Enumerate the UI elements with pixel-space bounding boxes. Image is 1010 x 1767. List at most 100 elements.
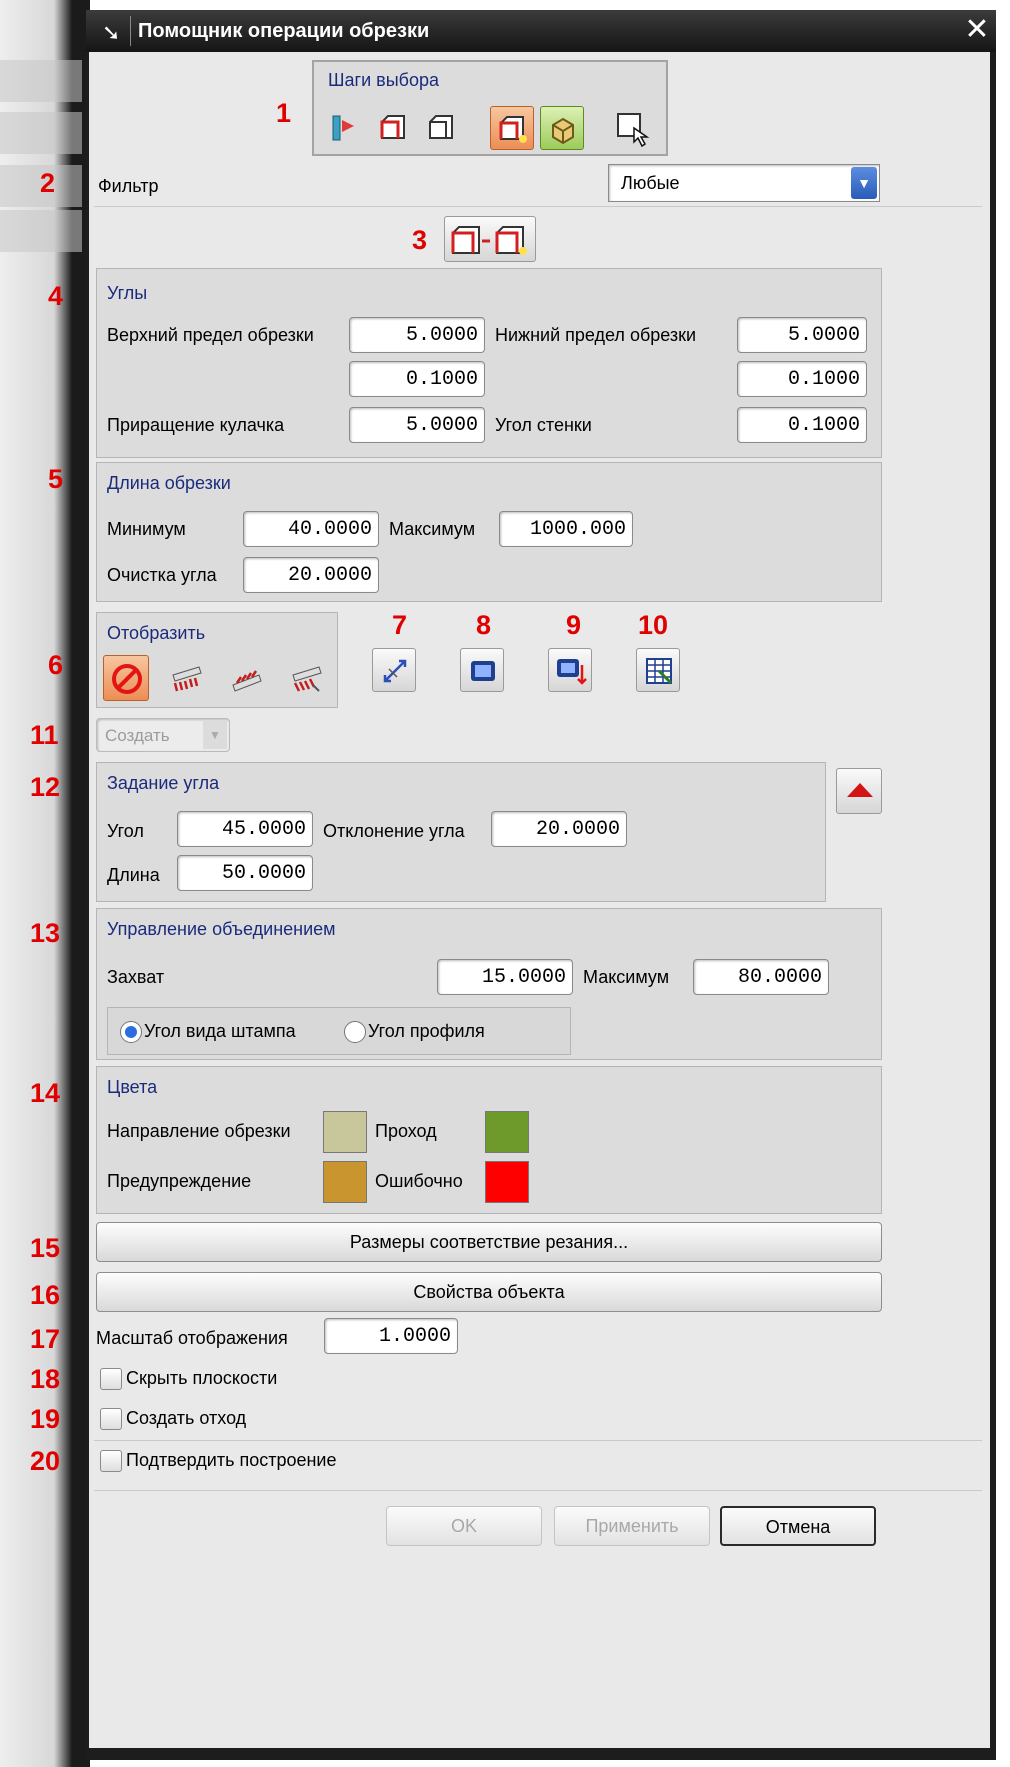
cam-increment-field[interactable]: 5.0000 [349,407,485,443]
trim-direction-label: Направление обрезки [107,1121,291,1141]
marker-17: 17 [30,1324,61,1354]
merge-control-title: Управление объединением [107,919,336,939]
background-toolbar [0,210,82,252]
marker-15: 15 [30,1233,61,1263]
solid-body-icon[interactable] [540,106,584,150]
marker-9: 9 [566,610,582,640]
merge-max-label: Максимум [583,967,670,987]
calculate-button[interactable] [460,648,504,692]
upper-limit-tolerance-field[interactable]: 0.1000 [349,361,485,397]
die-view-angle-radio[interactable] [120,1021,142,1043]
colors-title: Цвета [107,1077,158,1097]
filter-dropdown[interactable]: Любые ▼ [608,164,880,202]
angle-type-box: Угол вида штампа Угол профиля [107,1007,571,1055]
marker-14: 14 [30,1078,61,1108]
trim-max-label: Максимум [389,519,476,539]
calculate-down-button[interactable] [548,648,592,692]
create-dropdown[interactable]: Создать ▼ [96,718,230,752]
angles-group: Углы Верхний предел обрезки 5.0000 Нижни… [96,268,882,458]
filter-value: Любые [621,173,680,193]
pass-color-swatch[interactable] [485,1111,529,1153]
marker-5: 5 [48,464,64,494]
collapse-button[interactable] [836,768,882,814]
trim-min-field[interactable]: 40.0000 [243,511,379,547]
marker-8: 8 [476,610,492,640]
pin-icon[interactable]: ➘ [102,20,120,46]
table-export-button[interactable] [636,648,680,692]
display-mode-1-icon[interactable] [163,655,207,699]
warning-color-swatch[interactable] [323,1161,367,1203]
ok-button[interactable]: OK [386,1506,542,1546]
wall-angle-field[interactable]: 0.1000 [737,407,867,443]
flip-direction-button[interactable] [372,648,416,692]
angle-setting-group: Задание угла Угол 45.0000 Отклонение угл… [96,762,826,902]
trim-length-title: Длина обрезки [107,473,231,493]
error-label: Ошибочно [375,1171,463,1191]
chevron-down-icon[interactable]: ▼ [851,167,877,199]
marker-12: 12 [30,772,61,802]
cancel-button[interactable]: Отмена [720,1506,876,1546]
chevron-down-icon[interactable]: ▼ [203,721,227,749]
display-group: Отобразить [96,612,338,708]
dialog-title: Помощник операции обрезки [138,20,430,42]
confirm-build-checkbox[interactable] [100,1450,122,1472]
trim-max-field[interactable]: 1000.000 [499,511,633,547]
apply-button[interactable]: Применить [554,1506,710,1546]
create-value: Создать [105,726,170,745]
cam-increment-label: Приращение кулачка [107,415,285,435]
trim-face-active-icon[interactable] [490,106,534,150]
lower-limit-label: Нижний предел обрезки [495,325,697,345]
marker-3: 3 [412,225,428,255]
angle-deviation-label: Отклонение угла [323,821,465,841]
merge-control-group: Управление объединением Захват 15.0000 М… [96,908,882,1060]
length-field[interactable]: 50.0000 [177,855,313,891]
die-view-angle-label: Угол вида штампа [144,1021,296,1041]
merge-max-field[interactable]: 80.0000 [693,959,829,995]
angles-title: Углы [107,283,148,303]
pointer-select-icon[interactable] [610,106,654,150]
title-bar[interactable]: ➘ Помощник операции обрезки ✕ [86,10,996,52]
close-icon[interactable]: ✕ [962,12,992,48]
marker-7: 7 [392,610,408,640]
title-separator [130,16,131,46]
capture-field[interactable]: 15.0000 [437,959,573,995]
marker-2: 2 [40,168,56,198]
trim-min-label: Минимум [107,519,186,539]
error-color-swatch[interactable] [485,1161,529,1203]
hide-planes-checkbox[interactable] [100,1368,122,1390]
cut-sizes-button[interactable]: Размеры соответствие резания... [96,1222,882,1262]
no-display-icon[interactable] [103,655,149,701]
display-mode-2-icon[interactable] [223,655,267,699]
create-scrap-label: Создать отход [126,1408,247,1428]
filter-label: Фильтр [98,176,159,196]
lower-limit-tolerance-field[interactable]: 0.1000 [737,361,867,397]
background-toolbar [0,60,82,102]
display-title: Отобразить [107,623,206,643]
marker-19: 19 [30,1404,61,1434]
hide-planes-label: Скрыть плоскости [126,1368,278,1388]
separator [94,1490,982,1491]
upper-limit-field[interactable]: 5.0000 [349,317,485,353]
angle-deviation-field[interactable]: 20.0000 [491,811,627,847]
trim-face-icon[interactable] [372,106,416,150]
marker-10: 10 [638,610,669,640]
profile-angle-radio[interactable] [344,1021,366,1043]
trim-face-outline-icon[interactable] [420,106,464,150]
selection-steps-title: Шаги выбора [328,70,439,90]
marker-1: 1 [276,98,292,128]
corner-cleanup-field[interactable]: 20.0000 [243,557,379,593]
display-mode-3-icon[interactable] [283,655,327,699]
capture-label: Захват [107,967,165,987]
pass-label: Проход [375,1121,437,1141]
lower-limit-field[interactable]: 5.0000 [737,317,867,353]
trim-to-face-button[interactable] [444,216,536,262]
sheet-edge-icon[interactable] [324,106,368,150]
object-properties-button[interactable]: Свойства объекта [96,1272,882,1312]
length-label: Длина [107,865,160,885]
create-scrap-checkbox[interactable] [100,1408,122,1430]
trim-direction-color-swatch[interactable] [323,1111,367,1153]
display-scale-field[interactable]: 1.0000 [324,1318,458,1354]
angle-field[interactable]: 45.0000 [177,811,313,847]
angle-setting-title: Задание угла [107,773,220,793]
separator [94,1440,982,1441]
